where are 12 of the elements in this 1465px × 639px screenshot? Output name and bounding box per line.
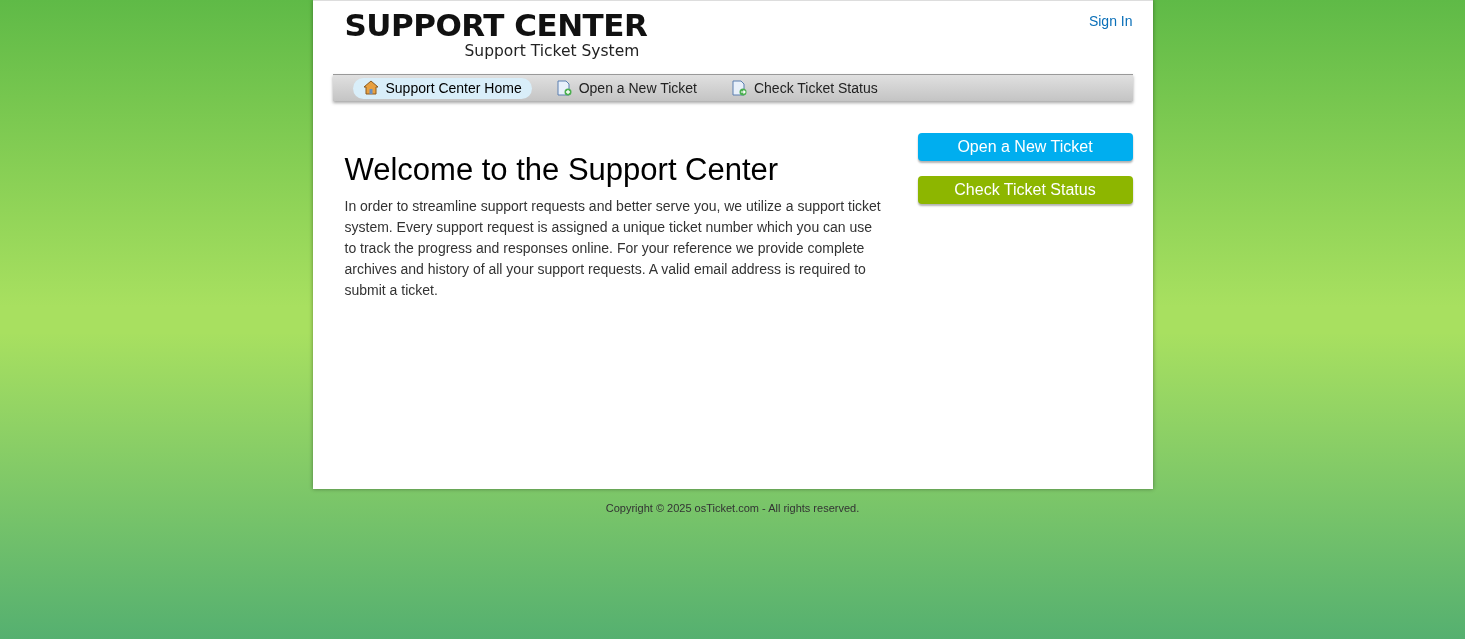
sign-in-link[interactable]: Sign In [1088,11,1133,74]
logo-subtitle: Support Ticket System [464,42,641,60]
house-icon [362,80,379,96]
copyright-text: Copyright © 2025 osTicket.com - All rights reserved. [604,501,861,516]
nav-tab[interactable]: Check Ticket Status [720,77,888,99]
document-plus-icon [555,80,572,96]
document-arrow-icon [730,80,747,96]
nav-tab[interactable]: Support Center Home [352,77,532,99]
logo-title: SUPPORT CENTER [344,9,648,42]
welcome-text: In order to streamline support requests and better serve you, we utilize a support ticket system. Every support request is assigned a unique ticket number which you can use to track the progress and responses online. For your reference we provide complete archives and history of all your support requests. A valid email address is required to submit a ticket. [344,197,882,301]
nav-tab[interactable]: Open a New Ticket [545,77,707,99]
welcome-title: Welcome to the Support Center [344,151,780,189]
